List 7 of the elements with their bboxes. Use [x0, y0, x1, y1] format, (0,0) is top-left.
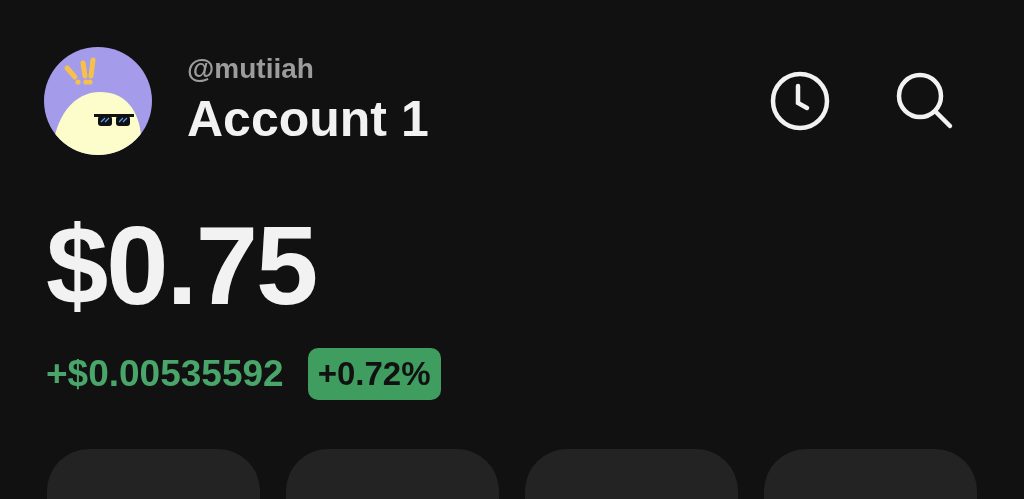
history-icon[interactable]: [770, 71, 830, 131]
balance-change: +$0.00535592: [46, 352, 284, 396]
search-icon[interactable]: [896, 72, 954, 130]
account-name[interactable]: Account 1: [187, 89, 770, 149]
balance-amount: $0.75: [46, 206, 318, 326]
percent-change: +0.72%: [307, 347, 441, 400]
username: @mutiiah: [187, 53, 315, 85]
